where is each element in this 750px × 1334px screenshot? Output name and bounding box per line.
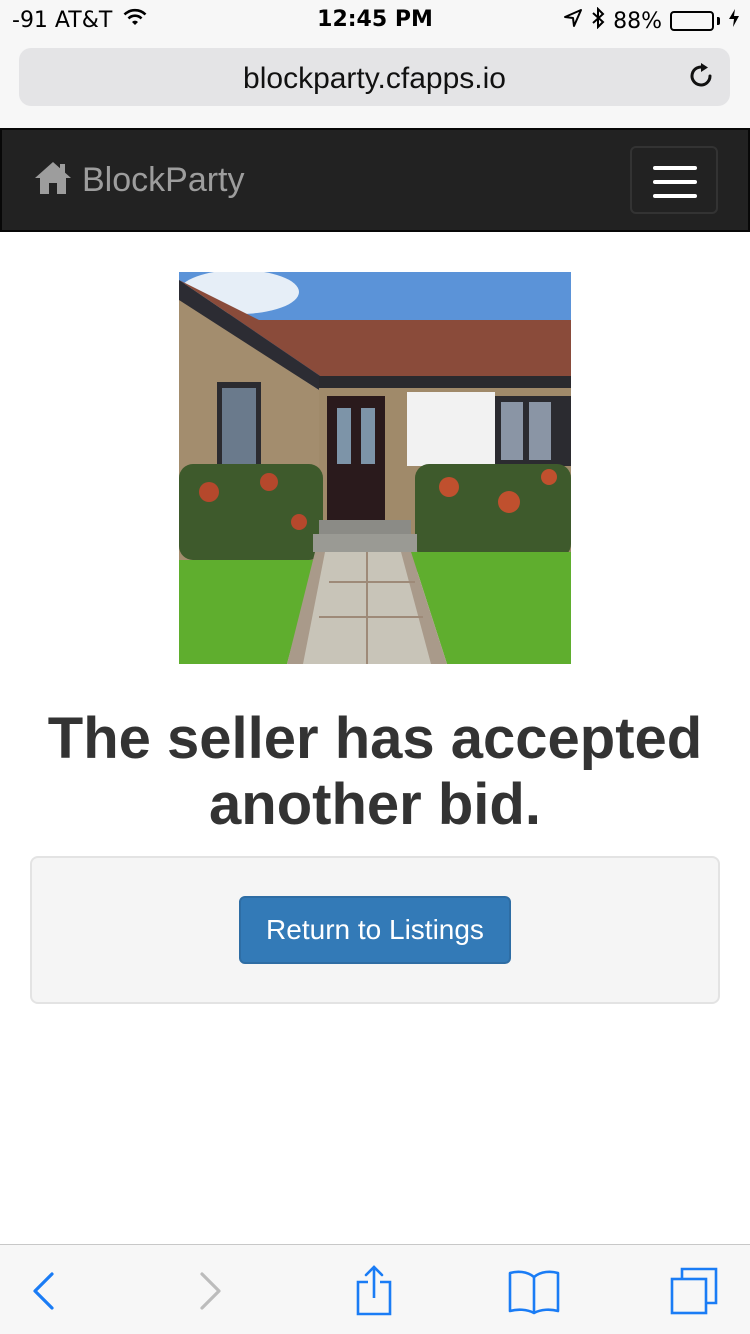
battery-percent: 88% — [613, 8, 662, 34]
brand-name[interactable]: BlockParty — [82, 161, 245, 200]
bluetooth-icon — [591, 6, 605, 35]
brand-link[interactable]: BlockParty — [34, 160, 245, 201]
share-icon[interactable] — [352, 1263, 396, 1319]
reload-icon[interactable] — [686, 61, 716, 91]
tabs-icon[interactable] — [666, 1263, 722, 1319]
charging-icon — [728, 8, 740, 34]
home-icon — [34, 160, 72, 201]
site-navbar: BlockParty — [0, 128, 750, 232]
address-bar[interactable]: blockparty.cfapps.io — [19, 48, 730, 106]
house-photo — [179, 272, 571, 664]
status-bar: -91 AT&T 12:45 PM 88% — [0, 0, 750, 40]
back-icon[interactable] — [28, 1263, 58, 1319]
menu-toggle-button[interactable] — [630, 146, 718, 214]
bookmarks-icon[interactable] — [506, 1263, 562, 1319]
action-panel: Return to Listings — [30, 856, 720, 1004]
browser-chrome: blockparty.cfapps.io — [0, 40, 750, 128]
forward-icon[interactable] — [196, 1263, 226, 1319]
battery-icon — [670, 11, 720, 31]
status-right: 88% — [563, 6, 740, 35]
browser-toolbar — [0, 1244, 750, 1334]
return-to-listings-button[interactable]: Return to Listings — [239, 896, 511, 964]
page-title: The seller has accepted another bid. — [47, 706, 703, 837]
location-icon — [563, 8, 583, 34]
url-text[interactable]: blockparty.cfapps.io — [19, 62, 730, 96]
